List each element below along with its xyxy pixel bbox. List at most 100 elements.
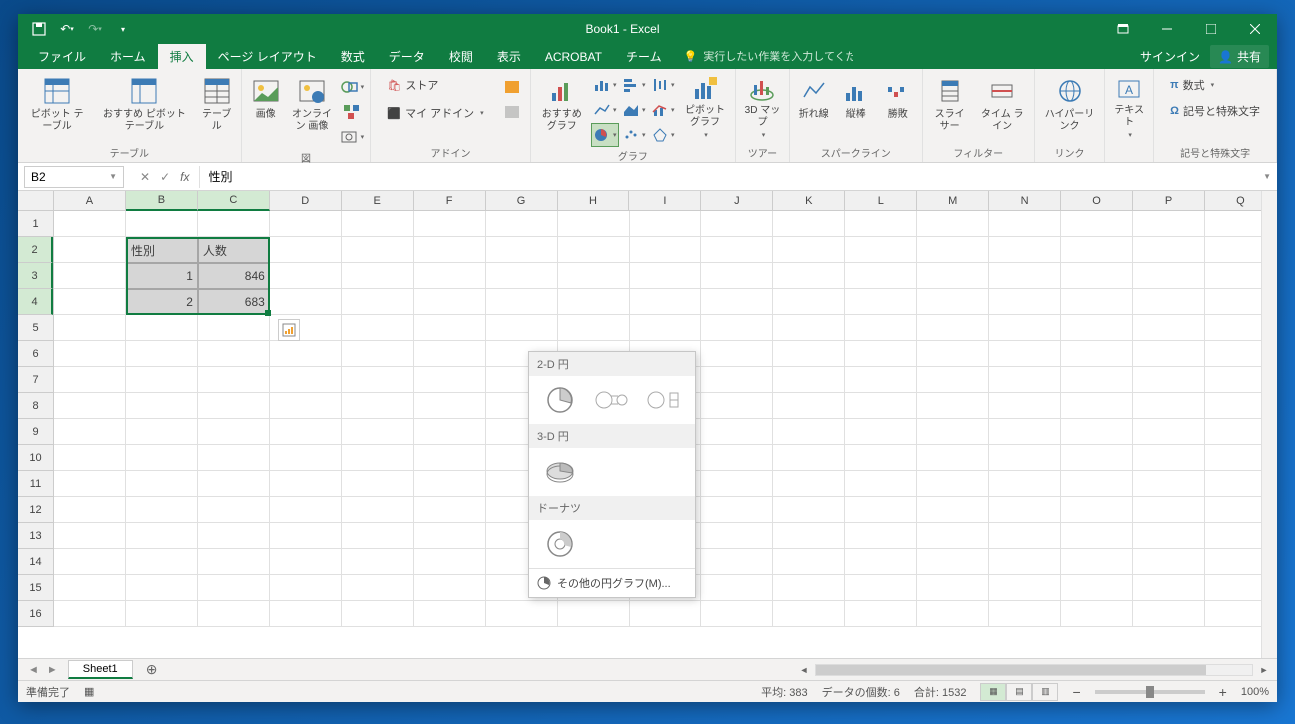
cell[interactable] [126,315,198,341]
cell[interactable] [198,523,270,549]
tab-home[interactable]: ホーム [98,44,158,69]
cell[interactable] [270,575,342,601]
cell[interactable] [1133,393,1205,419]
cell[interactable] [630,211,702,237]
recommended-charts-button[interactable]: おすすめ グラフ [535,71,589,143]
cell[interactable] [1133,575,1205,601]
tab-nav-next[interactable]: ► [47,664,58,676]
tab-file[interactable]: ファイル [26,44,98,69]
cell[interactable] [342,393,414,419]
cell[interactable] [1061,211,1133,237]
cell[interactable] [54,497,126,523]
cell[interactable] [414,237,486,263]
sign-in-link[interactable]: サインイン [1140,48,1200,65]
cell[interactable] [701,445,773,471]
tab-review[interactable]: 校閲 [437,44,485,69]
recommended-pivot-button[interactable]: おすすめ ピボットテーブル [94,71,194,143]
cell[interactable] [198,211,270,237]
page-layout-view-button[interactable]: ▤ [1006,683,1032,701]
tab-view[interactable]: 表示 [485,44,533,69]
cell[interactable] [1061,393,1133,419]
cell[interactable] [701,237,773,263]
cell[interactable] [270,367,342,393]
cell[interactable] [54,393,126,419]
horizontal-scrollbar[interactable]: ◄ ► [797,663,1277,677]
tell-me-input[interactable] [703,51,853,63]
cell[interactable] [845,601,917,627]
cell[interactable] [558,237,630,263]
cell[interactable] [270,471,342,497]
cell[interactable] [701,523,773,549]
cell[interactable] [414,575,486,601]
cell[interactable] [917,471,989,497]
cell[interactable] [486,263,558,289]
cell[interactable] [917,237,989,263]
row-header[interactable]: 13 [18,523,53,549]
cell[interactable] [989,445,1061,471]
cell[interactable] [989,211,1061,237]
column-header[interactable]: G [486,191,558,211]
cell[interactable] [414,263,486,289]
cell[interactable] [917,315,989,341]
cell[interactable] [1061,263,1133,289]
cell[interactable] [845,367,917,393]
cell[interactable] [845,471,917,497]
cell[interactable] [54,211,126,237]
cell[interactable] [54,575,126,601]
sparkline-column-button[interactable]: 縦棒 [836,71,876,143]
cell[interactable]: 人数 [198,237,270,263]
cell[interactable] [1133,549,1205,575]
row-header[interactable]: 5 [18,315,53,341]
donut-option[interactable] [537,526,583,562]
column-header[interactable]: H [558,191,630,211]
cell[interactable] [342,549,414,575]
cell[interactable] [414,471,486,497]
cell[interactable] [54,237,126,263]
zoom-in-button[interactable]: + [1219,684,1227,700]
enter-icon[interactable]: ✓ [160,170,170,184]
row-header[interactable]: 11 [18,471,53,497]
tab-insert[interactable]: 挿入 [158,44,206,69]
line-chart-button[interactable] [591,98,619,122]
cell[interactable] [558,289,630,315]
hyperlink-button[interactable]: ハイパーリンク [1039,71,1100,143]
cell[interactable] [1133,211,1205,237]
pivot-table-button[interactable]: ピボット テーブル [22,71,92,143]
cell[interactable] [1061,419,1133,445]
cell[interactable] [414,523,486,549]
tab-page-layout[interactable]: ページ レイアウト [206,44,329,69]
cell[interactable] [1061,341,1133,367]
more-pie-charts[interactable]: その他の円グラフ(M)... [529,568,695,597]
cell[interactable] [845,341,917,367]
cell[interactable] [1061,601,1133,627]
cell[interactable] [342,237,414,263]
cell[interactable] [773,549,845,575]
column-header[interactable]: L [845,191,917,211]
row-header[interactable]: 10 [18,445,53,471]
cell[interactable] [54,341,126,367]
cell[interactable] [1061,549,1133,575]
row-header[interactable]: 4 [18,289,53,315]
cell[interactable] [558,211,630,237]
cell[interactable] [630,237,702,263]
cell[interactable] [917,601,989,627]
cell[interactable] [989,575,1061,601]
vertical-scrollbar[interactable] [1261,191,1277,658]
cell[interactable] [773,237,845,263]
ribbon-options-icon[interactable] [1101,14,1145,44]
cell[interactable] [126,549,198,575]
cell[interactable] [701,393,773,419]
cell[interactable] [1133,263,1205,289]
cell[interactable] [773,419,845,445]
cell[interactable] [701,263,773,289]
cell[interactable] [1133,471,1205,497]
cell[interactable] [270,445,342,471]
cell[interactable] [270,211,342,237]
cell[interactable] [270,289,342,315]
sparkline-line-button[interactable]: 折れ線 [794,71,834,143]
tab-formulas[interactable]: 数式 [329,44,377,69]
cell[interactable] [773,289,845,315]
column-header[interactable]: K [773,191,845,211]
cell[interactable] [270,497,342,523]
cell[interactable] [198,575,270,601]
